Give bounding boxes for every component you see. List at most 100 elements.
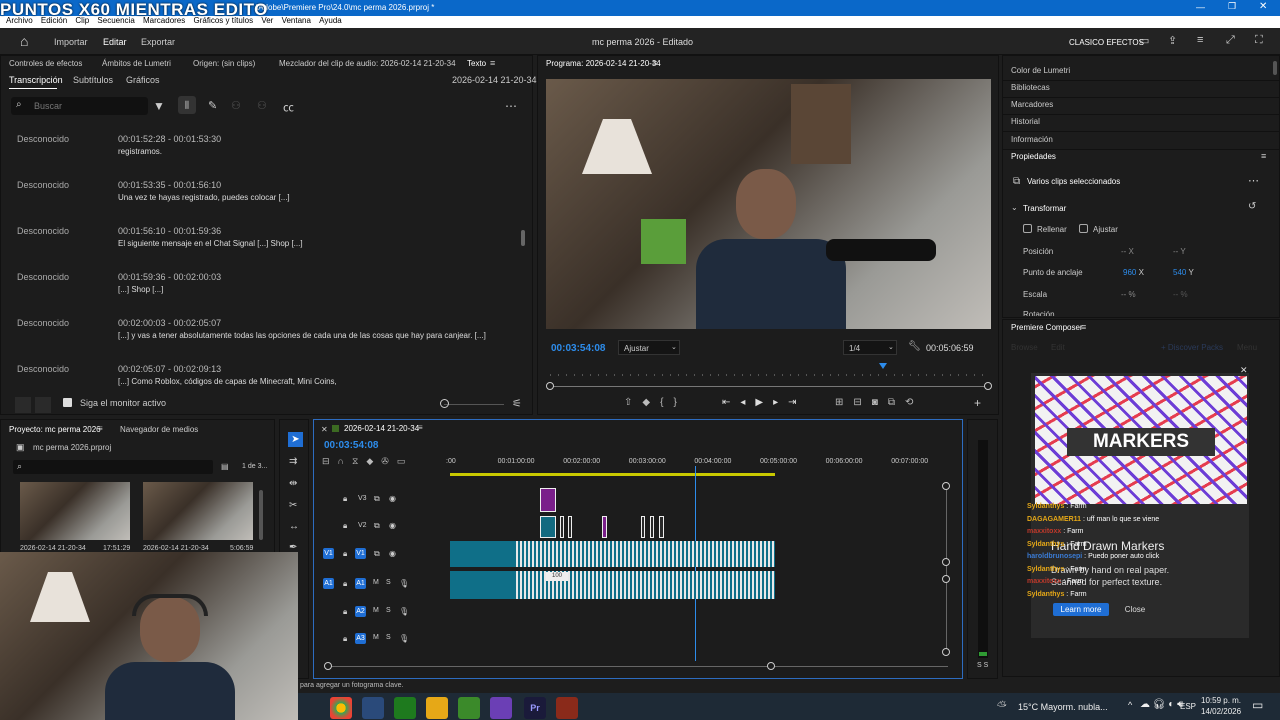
workspace-label[interactable]: CLASICO EFECTOS: [1069, 38, 1144, 47]
panel-item-info[interactable]: Información: [1011, 135, 1053, 144]
step-back-icon[interactable]: ◂: [740, 397, 755, 408]
transcript-text[interactable]: [...] Como Roblox, códigos de capas de M…: [118, 377, 337, 386]
chrome-icon[interactable]: [330, 697, 352, 719]
vertical-scrollbar[interactable]: [946, 482, 947, 652]
playhead-marker[interactable]: [878, 363, 887, 369]
mic-icon[interactable]: 🎙︎: [399, 579, 409, 588]
menu-icon[interactable]: ≡: [1261, 151, 1266, 161]
scrub-end-handle[interactable]: [984, 382, 992, 390]
selection-tool-icon[interactable]: ➤: [288, 432, 303, 447]
speaker-icon[interactable]: ⚇: [257, 99, 267, 112]
notification-icon[interactable]: ▭: [1252, 698, 1263, 712]
lock-icon[interactable]: 🔒︎: [343, 521, 347, 531]
solo-icon[interactable]: S: [386, 607, 391, 614]
eye-icon[interactable]: ◉: [389, 521, 396, 530]
tab-audio-mixer[interactable]: Mezclador del clip de audio: 2026-02-14 …: [279, 59, 456, 68]
menu-icon[interactable]: ≡: [652, 58, 657, 68]
subtab-subtitles[interactable]: Subtítulos: [73, 75, 113, 85]
transcript-row[interactable]: Desconocido 00:02:05:07 - 00:02:09:13 [.…: [1, 364, 521, 394]
scrollbar[interactable]: [1273, 61, 1277, 75]
list-icon[interactable]: ≡: [1197, 34, 1203, 46]
wrench-icon[interactable]: ✇: [381, 456, 397, 466]
mute-icon[interactable]: M: [373, 607, 379, 614]
resolution-select[interactable]: 1/4 ⌄: [843, 340, 897, 355]
zoom-handle[interactable]: [440, 399, 449, 408]
more-icon[interactable]: ⋯: [1248, 174, 1259, 187]
menu-item[interactable]: Ventana: [282, 16, 311, 25]
split-icon[interactable]: ⫼: [178, 96, 196, 114]
slip-icon[interactable]: ↔: [289, 521, 299, 532]
tab-browse[interactable]: Browse: [1011, 343, 1038, 352]
track-label[interactable]: A1: [355, 578, 366, 589]
tray-icons[interactable]: ☁ 🎧︎ ◐ 🔊︎: [1140, 699, 1183, 710]
in-point-icon[interactable]: {: [660, 397, 673, 408]
source-patch-a1[interactable]: A1: [323, 578, 334, 589]
close-tab-icon[interactable]: ✕: [321, 425, 328, 434]
position-y[interactable]: -- Y: [1173, 247, 1186, 256]
caption-icon-2[interactable]: [35, 397, 51, 413]
ripple-edit-icon[interactable]: ⇹: [289, 478, 297, 489]
home-icon[interactable]: ⌂: [20, 33, 28, 49]
xbox-icon[interactable]: [394, 697, 416, 719]
transcript-text[interactable]: [...] y vas a tener absolutamente todas …: [118, 331, 486, 340]
out-point-icon[interactable]: }: [673, 397, 686, 408]
marker-icon[interactable]: ◆: [642, 397, 660, 408]
clip-v1-base[interactable]: [450, 541, 516, 567]
sequence-tab[interactable]: 2026-02-14 21-20-34: [344, 424, 419, 433]
language-indicator[interactable]: ESP: [1180, 702, 1196, 711]
transcript-row[interactable]: Desconocido 00:01:59:36 - 00:02:00:03 [.…: [1, 272, 521, 302]
scrub-bar[interactable]: [550, 386, 988, 387]
sync-icon[interactable]: ⧉: [374, 549, 380, 559]
bin-icon[interactable]: ▤: [221, 462, 229, 471]
lock-icon[interactable]: 🔒︎: [343, 549, 347, 559]
clip-v2[interactable]: [560, 516, 564, 538]
transcript-text[interactable]: Una vez te hayas registrado, puedes colo…: [118, 193, 290, 202]
panel-item-libraries[interactable]: Bibliotecas: [1011, 83, 1050, 92]
follow-checkbox[interactable]: [63, 398, 72, 407]
tray-up-icon[interactable]: ^: [1128, 700, 1132, 710]
expand-icon[interactable]: ⤢: [1226, 34, 1235, 47]
maximize-icon[interactable]: ❐: [1228, 1, 1236, 12]
close-icon[interactable]: ✕: [1240, 365, 1248, 376]
scrollbar[interactable]: [521, 230, 525, 246]
comparison-icon[interactable]: ⧉: [888, 397, 905, 408]
vscroll-handle[interactable]: [942, 558, 950, 566]
share-icon[interactable]: ⇪: [1168, 34, 1177, 47]
camera-icon[interactable]: ◙: [872, 397, 888, 408]
clip-a1-base[interactable]: [450, 571, 516, 599]
mic-icon[interactable]: 🎙︎: [399, 607, 409, 616]
premiere-icon[interactable]: Pr: [524, 697, 546, 719]
clip-v2[interactable]: [641, 516, 645, 538]
subtab-graphics[interactable]: Gráficos: [126, 75, 160, 85]
scale-value-2[interactable]: -- %: [1173, 290, 1188, 299]
fullscreen-icon[interactable]: ⛶: [1255, 34, 1263, 47]
panel-item-markers[interactable]: Marcadores: [1011, 100, 1053, 109]
video-frame[interactable]: [546, 79, 991, 329]
nav-import[interactable]: Importar: [54, 37, 88, 47]
lock-icon[interactable]: 🔒︎: [343, 634, 347, 644]
pencil-icon[interactable]: ✎: [208, 99, 217, 112]
fill-icon[interactable]: [1023, 224, 1032, 233]
solo-icon[interactable]: S: [386, 579, 391, 586]
fit-icon[interactable]: [1079, 224, 1088, 233]
zoom-slider[interactable]: [444, 404, 504, 405]
clips-v1[interactable]: [516, 541, 775, 567]
panel-item-properties[interactable]: Propiedades: [1011, 152, 1056, 161]
lock-icon[interactable]: 🔒︎: [343, 494, 347, 504]
menu-icon[interactable]: ≡: [418, 423, 423, 432]
chevron-down-icon[interactable]: ⌄: [1011, 203, 1018, 212]
loop-icon[interactable]: ⟲: [905, 397, 923, 408]
clip-v2[interactable]: [659, 516, 664, 538]
project-search[interactable]: ⌕: [13, 460, 213, 474]
fit-select[interactable]: Ajustar ⌄: [618, 340, 680, 355]
tab-effect-controls[interactable]: Controles de efectos: [9, 59, 82, 68]
tab-source[interactable]: Origen: (sin clips): [193, 59, 255, 68]
settings-icon[interactable]: ⚟: [512, 397, 522, 410]
menu-item[interactable]: Ayuda: [319, 16, 342, 25]
transcript-text[interactable]: El siguiente mensaje en el Chat Signal […: [118, 239, 303, 248]
eye-icon[interactable]: ◉: [389, 549, 396, 558]
track-label[interactable]: V1: [355, 548, 366, 559]
clip-v3[interactable]: [540, 488, 556, 512]
clip-v2[interactable]: [602, 516, 607, 538]
panel-icon[interactable]: ▭: [1139, 34, 1149, 47]
